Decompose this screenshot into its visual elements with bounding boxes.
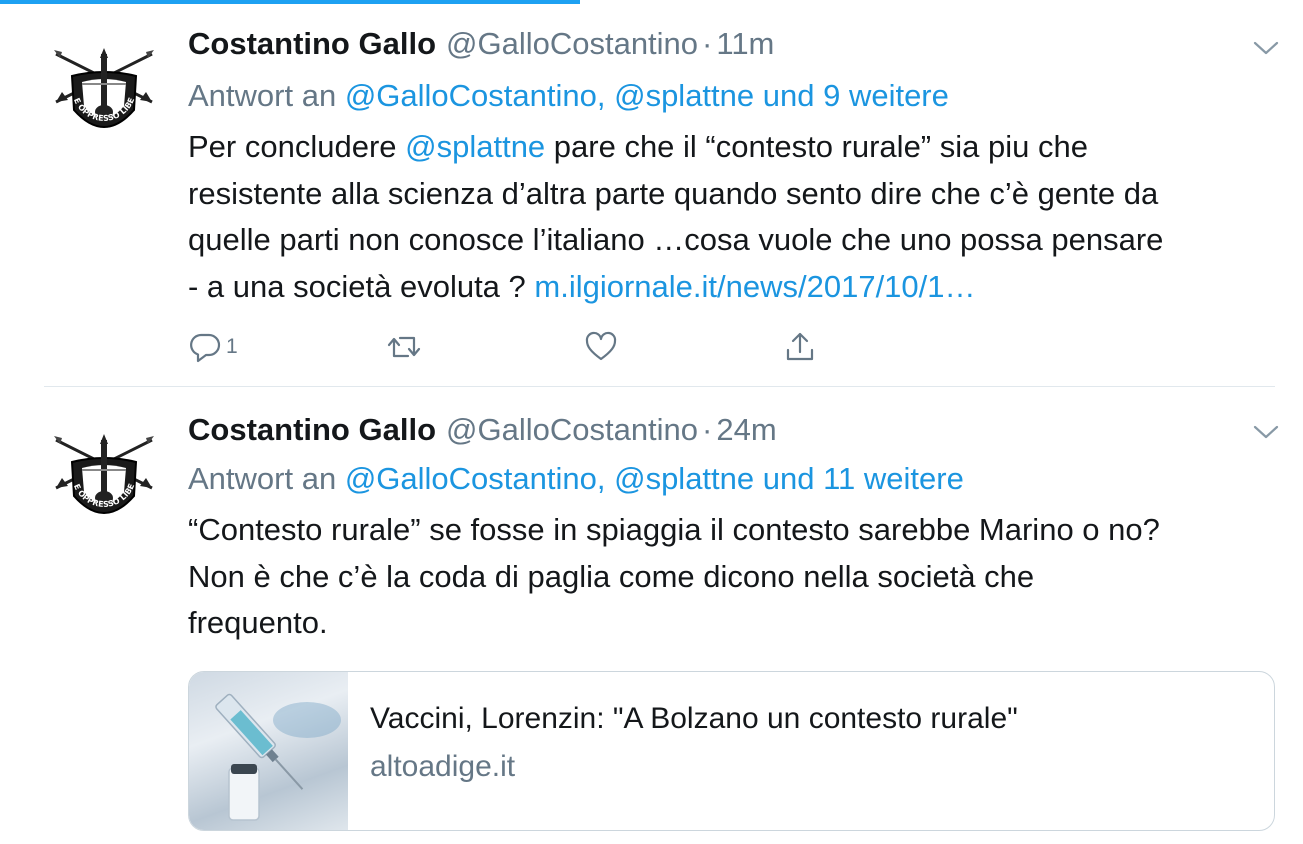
chevron-down-icon[interactable] [1253, 40, 1279, 56]
tweet[interactable]: DE OPPRESSO LIBER Costantino Gallo @Gall… [0, 388, 1303, 844]
tweet-text: “Contesto rurale” se fosse in spiaggia i… [188, 507, 1278, 647]
url-link[interactable]: m.ilgiornale.it/news/2017/10/1… [534, 269, 975, 304]
retweet-button[interactable] [386, 327, 422, 367]
retweet-icon [386, 330, 422, 364]
mention-link[interactable]: @splattne [405, 129, 545, 164]
timestamp[interactable]: 11m [716, 26, 774, 62]
reply-icon [188, 330, 222, 364]
text-segment: Per concludere [188, 129, 406, 164]
card-domain: altoadige.it [370, 750, 516, 783]
tweet-divider [44, 386, 1275, 387]
separator-dot: · [702, 26, 713, 61]
reply-to-line: Antwort an @GalloCostantino, @splattne u… [188, 461, 964, 497]
link-card[interactable]: Vaccini, Lorenzin: "A Bolzano un contest… [188, 671, 1275, 831]
tweet-text-line: frequento. [188, 605, 328, 640]
reply-button[interactable]: 1 [188, 327, 238, 367]
card-text: Vaccini, Lorenzin: "A Bolzano un contest… [370, 702, 1018, 784]
reply-count: 1 [226, 335, 238, 358]
like-button[interactable] [584, 327, 618, 367]
chevron-down-icon[interactable] [1253, 424, 1279, 440]
avatar[interactable]: DE OPPRESSO LIBER [49, 419, 156, 530]
reply-to-prefix: Antwort an [188, 78, 337, 113]
tweet-text-line: - a una società evoluta ? m.ilgiornale.i… [188, 264, 1278, 311]
card-thumbnail [189, 672, 348, 830]
reply-to-targets[interactable]: @GalloCostantino, @splattne und 9 weiter… [345, 78, 949, 113]
tweet-header: Costantino Gallo @GalloCostantino · 11m [188, 26, 774, 66]
reply-to-line: Antwort an @GalloCostantino, @splattne u… [188, 78, 949, 114]
user-handle[interactable]: @GalloCostantino [446, 26, 698, 62]
text-segment: pare che il “contesto rurale” sia piu ch… [545, 129, 1088, 164]
tweet-text-line: resistente alla scienza d’altra parte qu… [188, 175, 1159, 211]
display-name[interactable]: Costantino Gallo [188, 26, 436, 62]
tweet-text-line: quelle parti non conosce l’italiano …cos… [188, 222, 1164, 257]
tweet-text-line: “Contesto rurale” se fosse in spiaggia i… [188, 512, 1160, 547]
reply-to-targets[interactable]: @GalloCostantino, @splattne und 11 weite… [345, 461, 964, 496]
display-name[interactable]: Costantino Gallo [188, 412, 436, 448]
tweet-text: Per concludere @splattne pare che il “co… [188, 124, 1278, 310]
tweet[interactable]: DE OPPRESSO LIBER Costantino Gallo @Gall… [0, 0, 1303, 387]
separator-dot: · [702, 412, 713, 447]
tweet-actions: 1 [0, 327, 900, 367]
user-handle[interactable]: @GalloCostantino [446, 412, 698, 448]
avatar[interactable]: DE OPPRESSO LIBER [49, 33, 156, 144]
reply-to-prefix: Antwort an [188, 461, 337, 496]
share-button[interactable] [783, 327, 817, 367]
tweet-header: Costantino Gallo @GalloCostantino · 24m [188, 412, 777, 452]
tweet-text-line: Per concludere @splattne pare che il “co… [188, 124, 1278, 171]
like-icon [584, 330, 618, 364]
text-segment: - a una società evoluta ? [188, 268, 535, 304]
share-icon [783, 330, 817, 364]
timestamp[interactable]: 24m [716, 412, 776, 448]
tweet-text-line: Non è che c’è la coda di paglia come dic… [188, 558, 1035, 594]
card-title: Vaccini, Lorenzin: "A Bolzano un contest… [370, 702, 1018, 735]
